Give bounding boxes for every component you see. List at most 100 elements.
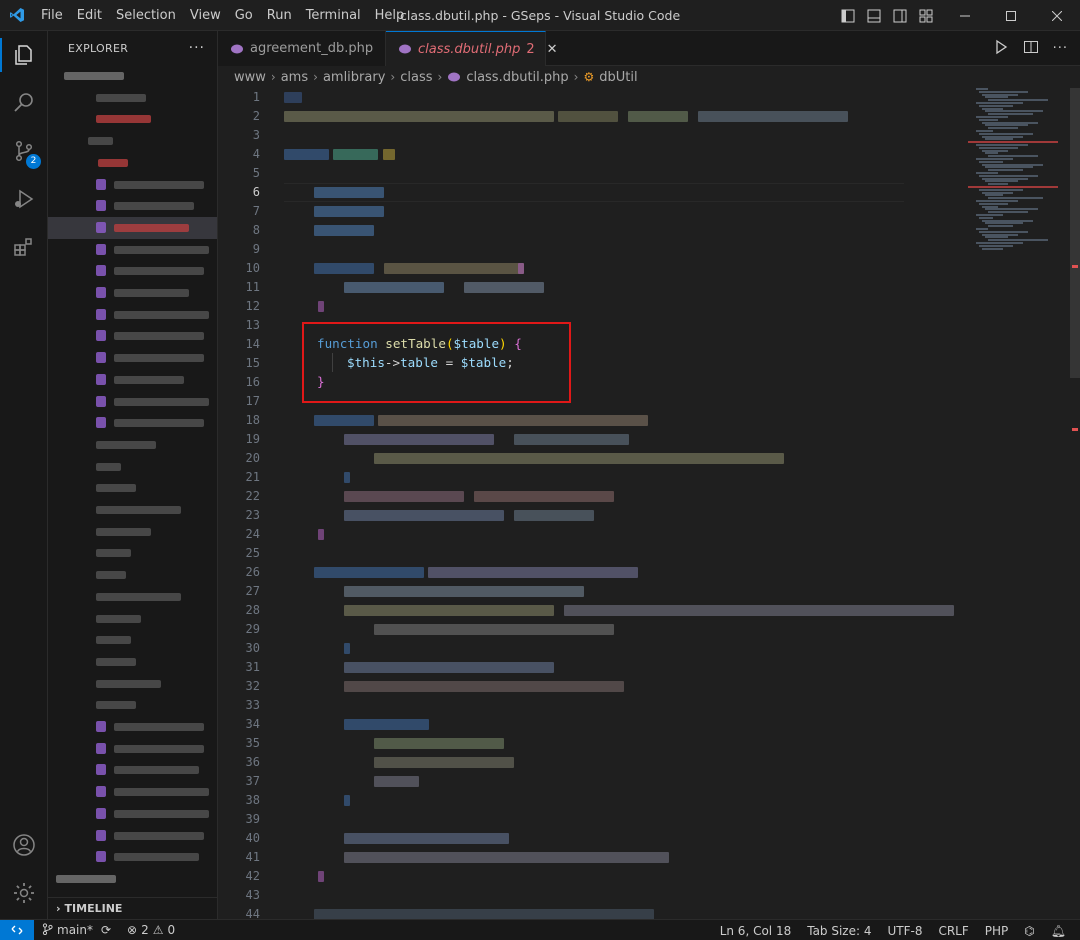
customize-layout-icon[interactable] [918, 8, 934, 24]
menu-run[interactable]: Run [260, 0, 299, 31]
branch-name: main* [57, 923, 93, 937]
copilot-icon[interactable]: ⌬ [1016, 920, 1042, 940]
tree-item[interactable] [48, 108, 217, 130]
split-editor-icon[interactable] [1023, 39, 1039, 59]
tree-item[interactable] [48, 694, 217, 716]
tree-item[interactable] [48, 325, 217, 347]
tree-item[interactable] [48, 542, 217, 564]
maximize-icon[interactable] [988, 0, 1034, 31]
tree-item[interactable] [48, 477, 217, 499]
obscured-code-block [558, 111, 618, 122]
breadcrumb-item[interactable]: dbUtil [599, 70, 637, 85]
tree-item[interactable] [48, 369, 217, 391]
branch-indicator[interactable]: main* ⟳ [34, 920, 119, 940]
line-number: 1 [252, 90, 260, 104]
tree-item[interactable] [48, 499, 217, 521]
menu-terminal[interactable]: Terminal [299, 0, 368, 31]
more-actions-icon[interactable]: ··· [1053, 41, 1068, 56]
encoding[interactable]: UTF-8 [879, 920, 930, 940]
code-editor[interactable]: 1 2 3 4 5 6 7 8 9 10 11 12 13 14 15 16 17 18 19 20 21 22 23 24 2… [218, 88, 1080, 919]
breadcrumb-item[interactable]: www [234, 70, 266, 85]
tree-item[interactable] [48, 781, 217, 803]
tree-item[interactable] [48, 629, 217, 651]
close-window-icon[interactable] [1034, 0, 1080, 31]
menu-go[interactable]: Go [228, 0, 260, 31]
obscured-code-block [383, 149, 395, 160]
sync-icon[interactable]: ⟳ [101, 923, 111, 937]
tree-item[interactable] [48, 260, 217, 282]
language-mode[interactable]: PHP [977, 920, 1017, 940]
tree-item[interactable] [48, 65, 217, 87]
timeline-section[interactable]: › TIMELINE [48, 897, 217, 919]
tree-item[interactable] [48, 304, 217, 326]
breadcrumb-item[interactable]: class.dbutil.php [466, 70, 568, 85]
tree-item[interactable] [48, 521, 217, 543]
minimap[interactable] [968, 88, 1068, 288]
tree-item[interactable] [48, 608, 217, 630]
notifications-bell-icon[interactable]: 🔔︎ [1043, 920, 1074, 940]
tree-item[interactable] [48, 130, 217, 152]
tree-item[interactable] [48, 282, 217, 304]
tree-item[interactable] [48, 825, 217, 847]
run-debug-icon[interactable] [0, 175, 48, 223]
search-icon[interactable] [0, 79, 48, 127]
tree-item[interactable] [48, 195, 217, 217]
tree-item[interactable] [48, 434, 217, 456]
toggle-panel-icon[interactable] [866, 8, 882, 24]
close-tab-icon[interactable]: ✕ [547, 42, 558, 57]
obscured-code-block [344, 719, 429, 730]
tree-item[interactable] [48, 738, 217, 760]
tree-item[interactable] [48, 803, 217, 825]
tree-item[interactable] [48, 586, 217, 608]
minimize-icon[interactable] [942, 0, 988, 31]
problems-indicator[interactable]: ⊗ 2 ⚠ 0 [119, 920, 183, 940]
line-ending[interactable]: CRLF [930, 920, 976, 940]
menu-view[interactable]: View [183, 0, 228, 31]
tree-item[interactable] [48, 651, 217, 673]
run-debug-file-icon[interactable] [993, 39, 1009, 59]
tree-item[interactable] [48, 87, 217, 109]
tree-item[interactable] [48, 391, 217, 413]
breadcrumb-item[interactable]: amlibrary [323, 70, 385, 85]
tab-class-dbutil[interactable]: class.dbutil.php 2 ✕ [386, 31, 558, 66]
minimap-line [979, 188, 1023, 191]
minimap-line [976, 130, 993, 132]
tree-item[interactable] [48, 759, 217, 781]
tree-item[interactable] [48, 846, 217, 868]
tree-item[interactable] [48, 564, 217, 586]
toggle-primary-sidebar-icon[interactable] [840, 8, 856, 24]
tab-size[interactable]: Tab Size: 4 [799, 920, 879, 940]
breadcrumb-item[interactable]: class [400, 70, 432, 85]
explorer-icon[interactable] [0, 31, 48, 79]
tree-item[interactable] [48, 673, 217, 695]
explorer-more-actions-icon[interactable]: ··· [189, 40, 205, 56]
remote-indicator-icon[interactable] [0, 919, 34, 940]
accounts-icon[interactable] [0, 821, 48, 869]
extensions-icon[interactable] [0, 223, 48, 271]
menu-file[interactable]: File [34, 0, 70, 31]
tree-item[interactable] [48, 412, 217, 434]
minimap-line [988, 113, 1033, 116]
breadcrumb-item[interactable]: ams [281, 70, 308, 85]
tree-item[interactable] [48, 716, 217, 738]
tree-item[interactable] [48, 347, 217, 369]
menu-selection[interactable]: Selection [109, 0, 183, 31]
tree-item[interactable] [48, 152, 217, 174]
menu-edit[interactable]: Edit [70, 0, 109, 31]
tree-item[interactable] [48, 868, 217, 890]
tab-agreement-db[interactable]: agreement_db.php [218, 31, 386, 66]
manage-gear-icon[interactable] [0, 869, 48, 917]
tree-item[interactable] [48, 174, 217, 196]
toggle-secondary-sidebar-icon[interactable] [892, 8, 908, 24]
vertical-scrollbar[interactable] [1070, 88, 1080, 919]
obscured-filename [114, 180, 204, 189]
line-number: 22 [245, 489, 260, 503]
tree-item[interactable] [48, 239, 217, 261]
scrollbar-thumb[interactable] [1070, 88, 1080, 378]
tree-item[interactable] [48, 216, 217, 239]
cursor-position[interactable]: Ln 6, Col 18 [712, 920, 800, 940]
source-control-icon[interactable]: 2 [0, 127, 48, 175]
tree-item[interactable] [48, 456, 217, 478]
obscured-filename [96, 527, 151, 536]
error-icon: ⊗ [127, 923, 138, 937]
